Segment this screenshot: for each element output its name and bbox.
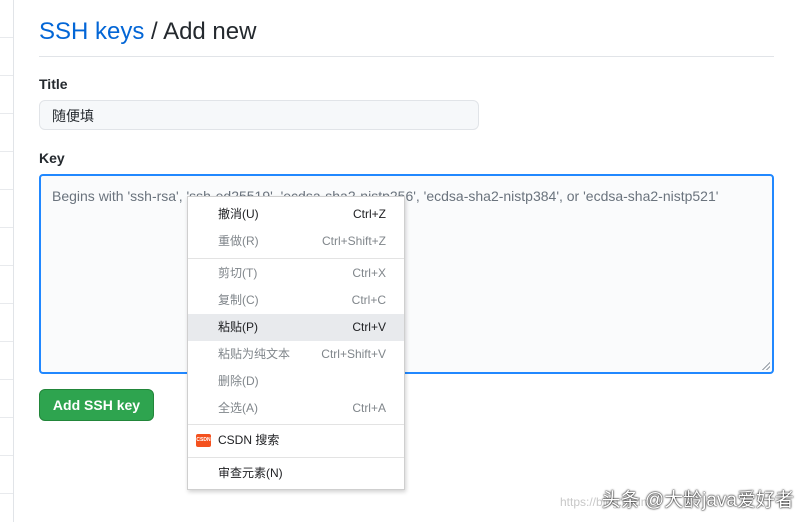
breadcrumb-current: Add new [163, 18, 257, 45]
left-sidebar [0, 0, 14, 522]
sidebar-row [0, 228, 13, 266]
title-label: Title [39, 76, 68, 92]
menu-item-label: 剪切(T) [218, 266, 258, 280]
watermark: 头条 @大龄java爱好者 [601, 490, 794, 511]
resize-handle-icon[interactable] [762, 362, 770, 370]
menu-item-label: 粘贴为纯文本 [218, 347, 291, 361]
sidebar-row [0, 190, 13, 228]
menu-item-label: CSDN 搜索 [218, 433, 280, 447]
sidebar-row [0, 456, 13, 494]
sidebar-row [0, 418, 13, 456]
csdn-icon: CSDN [196, 434, 211, 447]
menu-item-shortcut: Ctrl+C [351, 293, 386, 307]
menu-item-copy[interactable]: 复制(C) Ctrl+C [188, 287, 404, 314]
menu-separator [188, 424, 404, 425]
ssh-keys-link[interactable]: SSH keys [39, 18, 144, 45]
menu-item-cut[interactable]: 剪切(T) Ctrl+X [188, 260, 404, 287]
menu-item-undo[interactable]: 撤消(U) Ctrl+Z [188, 201, 404, 228]
menu-item-shortcut: Ctrl+A [352, 401, 386, 415]
menu-item-label: 删除(D) [218, 374, 259, 388]
menu-item-shortcut: Ctrl+V [352, 320, 386, 334]
menu-item-label: 撤消(U) [218, 207, 259, 221]
title-input[interactable]: 随便填 [39, 100, 479, 130]
menu-item-label: 复制(C) [218, 293, 259, 307]
page-title: SSH keys / Add new [39, 16, 774, 57]
sidebar-row [0, 304, 13, 342]
sidebar-row [0, 38, 13, 76]
menu-item-label: 粘贴(P) [218, 320, 258, 334]
menu-item-csdn-search[interactable]: CSDN CSDN 搜索 [188, 427, 404, 454]
main-content: SSH keys / Add new Title 随便填 Key Begins … [39, 0, 775, 522]
menu-separator [188, 258, 404, 259]
menu-item-inspect[interactable]: 审查元素(N) [188, 460, 404, 487]
add-ssh-key-button[interactable]: Add SSH key [39, 389, 154, 421]
sidebar-row [0, 152, 13, 190]
menu-separator [188, 457, 404, 458]
menu-item-select-all[interactable]: 全选(A) Ctrl+A [188, 395, 404, 422]
breadcrumb-separator: / [151, 18, 158, 45]
sidebar-row [0, 266, 13, 304]
sidebar-row [0, 380, 13, 418]
menu-item-label: 全选(A) [218, 401, 258, 415]
menu-item-paste[interactable]: 粘贴(P) Ctrl+V [188, 314, 404, 341]
menu-item-shortcut: Ctrl+Z [353, 207, 386, 221]
sidebar-row [0, 114, 13, 152]
sidebar-row [0, 0, 13, 38]
sidebar-row [0, 76, 13, 114]
sidebar-row [0, 342, 13, 380]
menu-item-shortcut: Ctrl+Shift+V [321, 347, 386, 361]
context-menu: 撤消(U) Ctrl+Z 重做(R) Ctrl+Shift+Z 剪切(T) Ct… [187, 196, 405, 490]
menu-item-label: 重做(R) [218, 234, 259, 248]
menu-item-paste-plain[interactable]: 粘贴为纯文本 Ctrl+Shift+V [188, 341, 404, 368]
menu-item-label: 审查元素(N) [218, 466, 283, 480]
key-label: Key [39, 150, 65, 166]
menu-item-shortcut: Ctrl+Shift+Z [321, 234, 386, 248]
menu-item-redo[interactable]: 重做(R) Ctrl+Shift+Z [188, 228, 404, 255]
key-textarea[interactable]: Begins with 'ssh-rsa', 'ssh-ed25519', 'e… [39, 174, 774, 374]
menu-item-shortcut: Ctrl+X [352, 266, 386, 280]
menu-item-delete[interactable]: 删除(D) [188, 368, 404, 395]
